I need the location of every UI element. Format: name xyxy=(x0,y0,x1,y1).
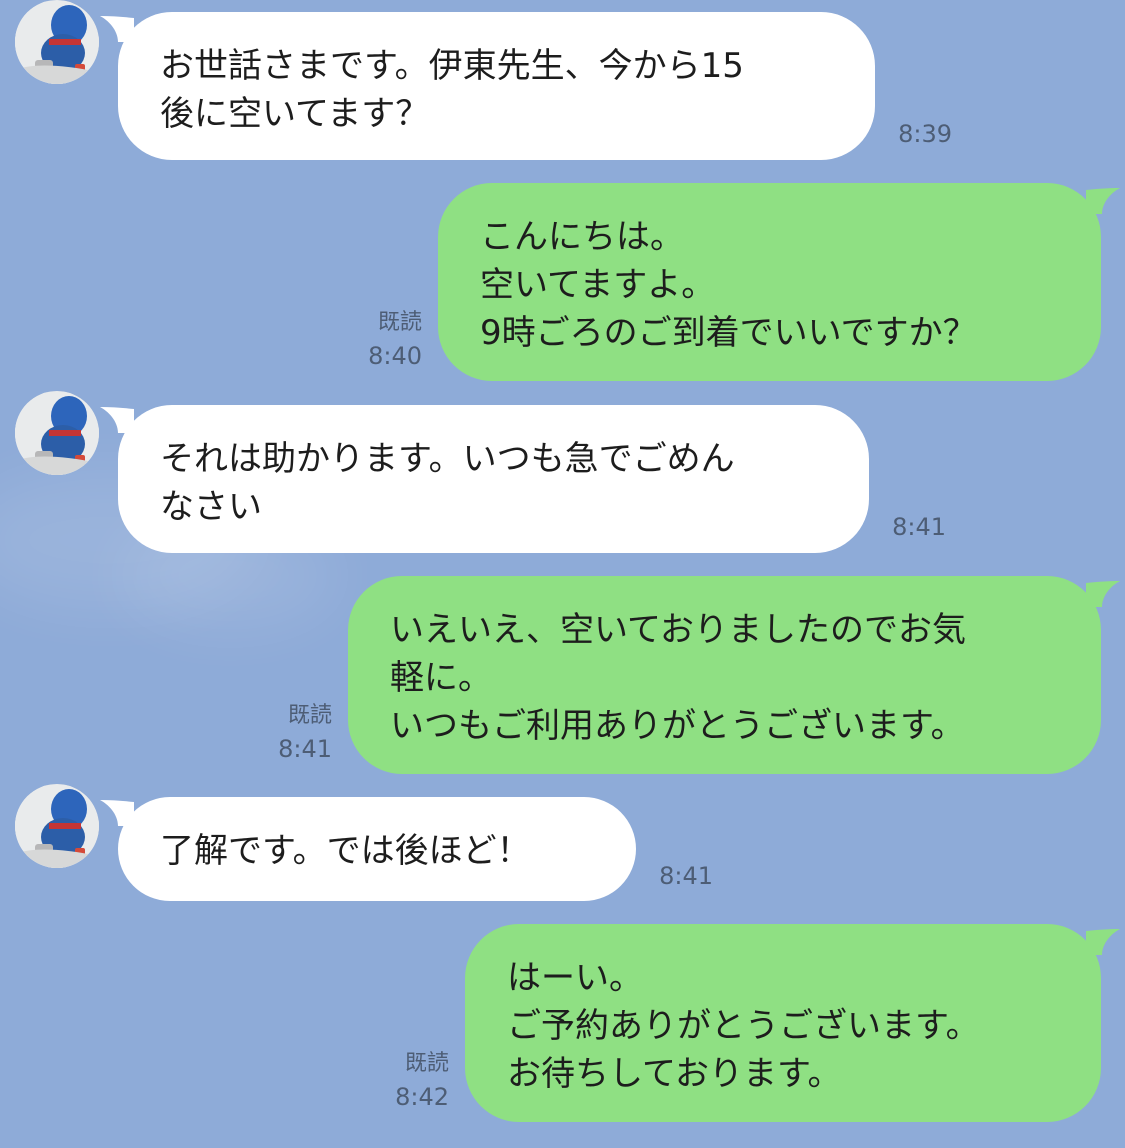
message-bubble[interactable]: こんにちは。 空いてますよ。 9時ごろのご到着でいいですか？ xyxy=(438,183,1101,381)
message-time: 8:41 xyxy=(659,862,713,890)
contact-avatar[interactable] xyxy=(15,784,99,868)
message-bubble[interactable]: 了解です。では後ほど！ xyxy=(118,797,636,901)
message-bubble[interactable]: お世話さまです。伊東先生、今から15 後に空いてます？ xyxy=(118,12,875,160)
avatar-icon xyxy=(15,784,99,868)
bubble-tail-icon xyxy=(1086,581,1120,607)
message-time: 8:39 xyxy=(898,120,952,148)
contact-avatar[interactable] xyxy=(15,0,99,84)
avatar-icon xyxy=(15,391,99,475)
message-bubble[interactable]: いえいえ、空いておりましたのでお気 軽に。 いつもご利用ありがとうございます。 xyxy=(348,576,1101,774)
bubble-tail-icon xyxy=(1086,929,1120,955)
contact-avatar[interactable] xyxy=(15,391,99,475)
message-time: 8:41 xyxy=(278,735,332,763)
message-bubble[interactable]: それは助かります。いつも急でごめん なさい xyxy=(118,405,869,553)
bubble-tail-icon xyxy=(1086,188,1120,214)
message-bubble[interactable]: はーい。 ご予約ありがとうございます。 お待ちしております。 xyxy=(465,924,1101,1122)
avatar-icon xyxy=(15,0,99,84)
message-time: 8:40 xyxy=(368,342,422,370)
message-time: 8:42 xyxy=(395,1083,449,1111)
message-time: 8:41 xyxy=(892,513,946,541)
read-status: 既読 xyxy=(377,310,422,335)
read-status: 既読 xyxy=(404,1051,449,1076)
read-status: 既読 xyxy=(287,703,332,728)
